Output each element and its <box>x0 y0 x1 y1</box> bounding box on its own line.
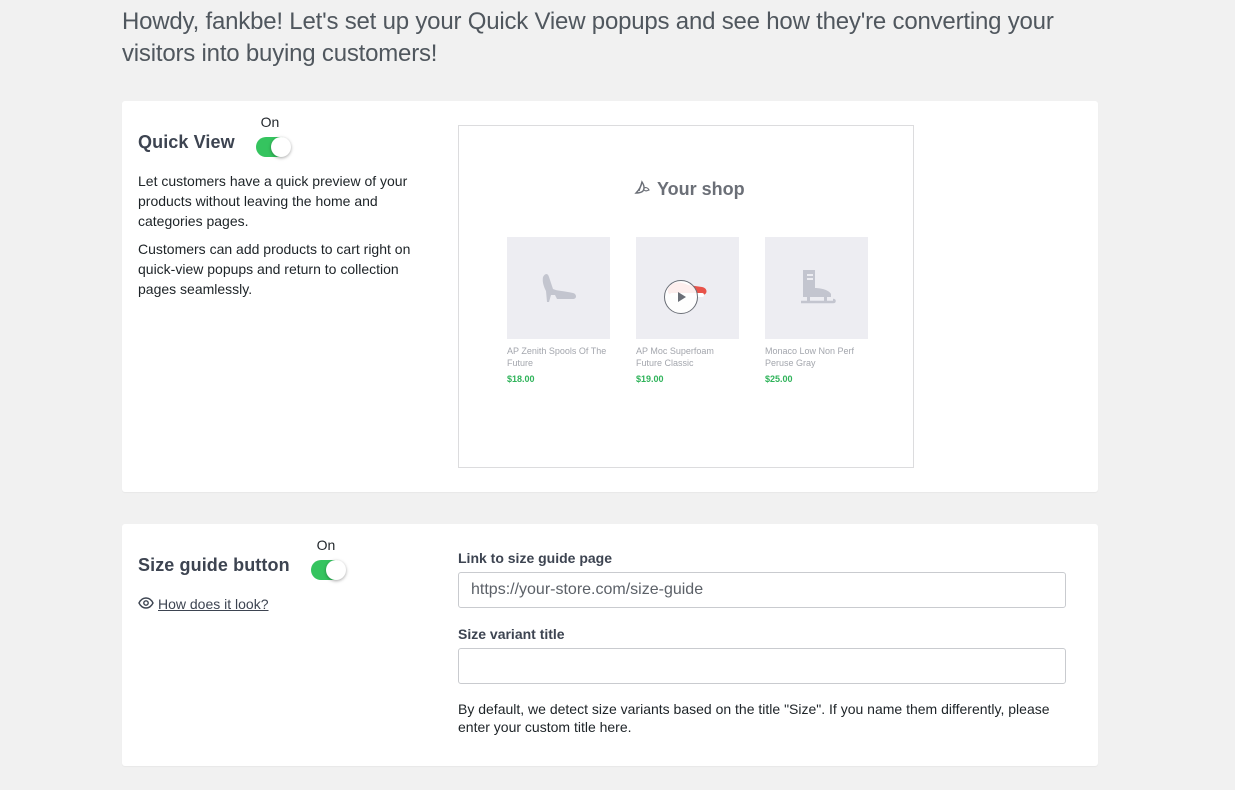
shop-preview: Your shop AP Zenith Spools Of The Future… <box>458 125 914 468</box>
how-does-it-look-link[interactable]: How does it look? <box>138 596 269 612</box>
quick-view-card: Quick View On Let customers have a quick… <box>122 101 1098 492</box>
leaf-icon <box>633 178 651 201</box>
shop-title-text: Your shop <box>657 179 745 199</box>
size-variant-title-label: Size variant title <box>458 626 565 642</box>
product-card[interactable]: Monaco Low Non Perf Peruse Gray $25.00 <box>765 237 868 384</box>
play-icon[interactable] <box>664 280 698 314</box>
shop-title: Your shop <box>633 178 745 201</box>
product-thumbnail[interactable] <box>636 237 739 339</box>
size-guide-title: Size guide button <box>138 555 290 575</box>
ice-skate-icon <box>797 266 837 311</box>
product-thumbnail[interactable] <box>507 237 610 339</box>
product-price: $25.00 <box>765 374 793 384</box>
product-name[interactable]: AP Moc Superfoam Future Classic <box>636 345 736 369</box>
how-does-it-look-text[interactable]: How does it look? <box>158 596 269 612</box>
product-name[interactable]: Monaco Low Non Perf Peruse Gray <box>765 345 865 369</box>
size-variant-title-input[interactable] <box>458 648 1066 684</box>
quick-view-toggle[interactable] <box>256 137 291 157</box>
product-card[interactable]: AP Moc Superfoam Future Classic $19.00 <box>636 237 739 384</box>
product-thumbnail[interactable] <box>765 237 868 339</box>
quick-view-description-1: Let customers have a quick preview of yo… <box>138 173 408 229</box>
size-guide-toggle-state: On <box>316 537 336 553</box>
product-card[interactable]: AP Zenith Spools Of The Future $18.00 <box>507 237 610 384</box>
size-guide-link-label: Link to size guide page <box>458 550 613 566</box>
high-heel-shoe-icon <box>539 269 579 308</box>
eye-icon <box>138 596 154 612</box>
product-price: $19.00 <box>636 374 664 384</box>
size-guide-link-input[interactable] <box>458 572 1066 608</box>
size-variant-help-text: By default, we detect size variants base… <box>458 701 1050 735</box>
size-guide-toggle[interactable] <box>311 560 346 580</box>
product-name[interactable]: AP Zenith Spools Of The Future <box>507 345 607 369</box>
quick-view-description-2: Customers can add products to cart right… <box>138 241 411 297</box>
toggle-knob <box>271 137 291 157</box>
page-headline: Howdy, fankbe! Let's set up your Quick V… <box>122 8 1054 67</box>
quick-view-title: Quick View <box>138 132 235 152</box>
size-guide-card: Size guide button On How does it look? L… <box>122 524 1098 766</box>
toggle-knob <box>326 560 346 580</box>
quick-view-toggle-state: On <box>260 114 280 130</box>
product-price: $18.00 <box>507 374 535 384</box>
